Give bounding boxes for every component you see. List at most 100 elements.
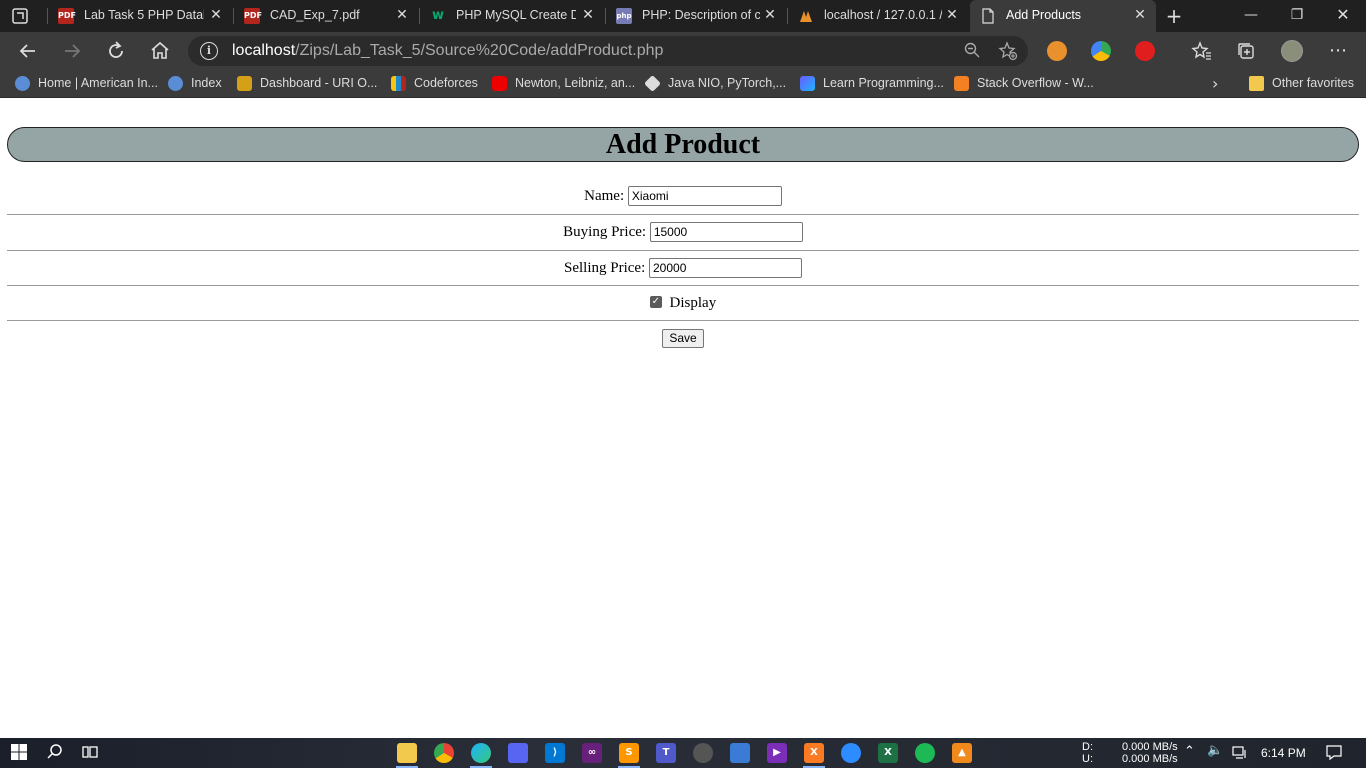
download-speed: 0.000 MB/s — [1122, 741, 1178, 753]
close-icon[interactable]: ✕ — [208, 7, 224, 23]
restore-button[interactable]: ❐ — [1274, 0, 1320, 32]
close-icon[interactable]: ✕ — [944, 7, 960, 23]
url-path: /Zips/Lab_Task_5/Source%20Code/addProduc… — [295, 42, 664, 59]
address-bar[interactable]: i localhost/Zips/Lab_Task_5/Source%20Cod… — [188, 36, 1028, 66]
folder-icon — [1249, 76, 1264, 91]
php-icon: php — [616, 8, 632, 24]
forward-button[interactable] — [60, 39, 84, 63]
upload-speed: 0.000 MB/s — [1122, 753, 1178, 765]
display-row: ✓ Display — [7, 295, 1359, 315]
vlc-icon[interactable]: ▲ — [952, 743, 972, 763]
discord-icon[interactable] — [508, 743, 528, 763]
name-input[interactable] — [627, 186, 782, 206]
selling-price-input[interactable] — [649, 258, 802, 278]
favorites-icon[interactable] — [1190, 39, 1214, 63]
bookmark-label: Index — [191, 76, 222, 90]
collections-icon[interactable] — [1234, 39, 1258, 63]
tab-title: CAD_Exp_7.pdf — [270, 8, 360, 22]
divider — [7, 320, 1359, 321]
zoom-icon[interactable] — [962, 41, 982, 61]
tab-lab-task[interactable]: PDF Lab Task 5 PHP Databa ✕ — [48, 0, 232, 32]
info-icon[interactable]: i — [200, 42, 218, 60]
windows-start-icon[interactable] — [9, 743, 29, 763]
zoom-app-icon[interactable] — [841, 743, 861, 763]
windows-taskbar: ⟩ ∞ S T ▶ X X ▲ D: U: 0.000 MB/s 0.000 M… — [0, 738, 1366, 768]
download-label: D: — [1082, 741, 1093, 753]
extension-adblock-icon[interactable] — [1135, 41, 1155, 61]
learn-programming-icon — [800, 76, 815, 91]
bookmark-label: Learn Programming... — [823, 76, 944, 90]
name-row: Name: — [7, 186, 1359, 208]
refresh-button[interactable] — [104, 39, 128, 63]
home-button[interactable] — [148, 39, 172, 63]
profile-avatar[interactable] — [1281, 40, 1303, 62]
new-tab-button[interactable]: + — [1163, 5, 1185, 27]
extension-glasses-icon[interactable] — [1047, 41, 1067, 61]
bookmark-label: Stack Overflow - W... — [977, 76, 1094, 90]
tab-php-mysql[interactable]: w PHP MySQL Create Da ✕ — [420, 0, 604, 32]
page-title: Add Product — [7, 127, 1359, 162]
browser-toolbar: i localhost/Zips/Lab_Task_5/Source%20Cod… — [0, 32, 1366, 70]
close-icon[interactable]: ✕ — [1132, 7, 1148, 23]
excel-icon[interactable]: X — [878, 743, 898, 763]
bookmark-label: Other favorites — [1272, 76, 1354, 90]
tab-phpmyadmin[interactable]: localhost / 127.0.0.1 / ✕ — [788, 0, 968, 32]
name-label: Name: — [584, 187, 625, 204]
steam-icon[interactable] — [693, 743, 713, 763]
edge-icon[interactable] — [471, 743, 491, 763]
close-icon[interactable]: ✕ — [762, 7, 778, 23]
tab-php-description[interactable]: php PHP: Description of cc ✕ — [606, 0, 786, 32]
extension-color-icon[interactable] — [1091, 41, 1111, 61]
vscode-icon[interactable]: ⟩ — [545, 743, 565, 763]
tab-add-products[interactable]: Add Products ✕ — [970, 0, 1156, 32]
tab-cad-exp[interactable]: PDF CAD_Exp_7.pdf ✕ — [234, 0, 418, 32]
network-icon[interactable] — [1231, 743, 1249, 761]
display-checkbox[interactable]: ✓ — [649, 295, 662, 308]
w3schools-icon: w — [431, 8, 444, 23]
buying-price-input[interactable] — [649, 222, 803, 242]
chevron-up-icon[interactable]: ⌃ — [1184, 744, 1195, 759]
media-player-icon[interactable]: ▶ — [767, 743, 787, 763]
buying-price-label: Buying Price: — [563, 223, 647, 240]
minimize-button[interactable]: — — [1228, 0, 1274, 32]
save-row: Save — [7, 329, 1359, 349]
pdf-icon: PDF — [244, 8, 262, 24]
task-view-icon[interactable] — [80, 743, 100, 763]
youtube-icon — [492, 76, 507, 91]
spotify-icon[interactable] — [915, 743, 935, 763]
divider — [7, 285, 1359, 286]
tab-title: PHP MySQL Create Da — [456, 8, 576, 22]
visual-studio-icon[interactable]: ∞ — [582, 743, 602, 763]
search-icon[interactable] — [45, 743, 65, 763]
stackoverflow-icon — [954, 76, 969, 91]
notification-icon[interactable] — [1325, 743, 1343, 761]
page-icon — [980, 8, 996, 24]
more-menu-icon[interactable]: ⋯ — [1326, 39, 1350, 63]
bookmark-label: Newton, Leibniz, an... — [515, 76, 636, 90]
chrome-icon[interactable] — [434, 743, 454, 763]
page-content: Add Product Name: Buying Price: Selling … — [0, 99, 1366, 738]
network-speed: 0.000 MB/s 0.000 MB/s — [1122, 741, 1178, 765]
tab-title: Add Products — [1006, 8, 1082, 22]
display-label: Display — [669, 295, 717, 312]
url-text: localhost/Zips/Lab_Task_5/Source%20Code/… — [232, 42, 663, 60]
xampp-icon[interactable]: X — [804, 743, 824, 763]
close-icon[interactable]: ✕ — [394, 7, 410, 23]
chevron-right-icon[interactable]: › — [1212, 74, 1218, 93]
back-button[interactable] — [16, 39, 40, 63]
tab-title: Lab Task 5 PHP Databa — [84, 8, 204, 22]
clock[interactable]: 6:14 PM — [1261, 746, 1306, 760]
phpmyadmin-icon — [798, 8, 814, 24]
volume-icon[interactable]: 🔈 — [1207, 743, 1223, 758]
add-favorite-icon[interactable] — [998, 41, 1018, 61]
file-explorer-icon[interactable] — [397, 743, 417, 763]
bookmark-label: Dashboard - URI O... — [260, 76, 378, 90]
sublime-text-icon[interactable]: S — [619, 743, 639, 763]
tab-actions-icon[interactable] — [10, 6, 30, 26]
teams-icon[interactable]: T — [656, 743, 676, 763]
close-icon[interactable]: ✕ — [580, 7, 596, 23]
network-speed-labels: D: U: — [1082, 741, 1093, 765]
window-close-button[interactable]: ✕ — [1320, 0, 1366, 32]
save-button[interactable]: Save — [662, 329, 704, 348]
bluetooth-app-icon[interactable] — [730, 743, 750, 763]
